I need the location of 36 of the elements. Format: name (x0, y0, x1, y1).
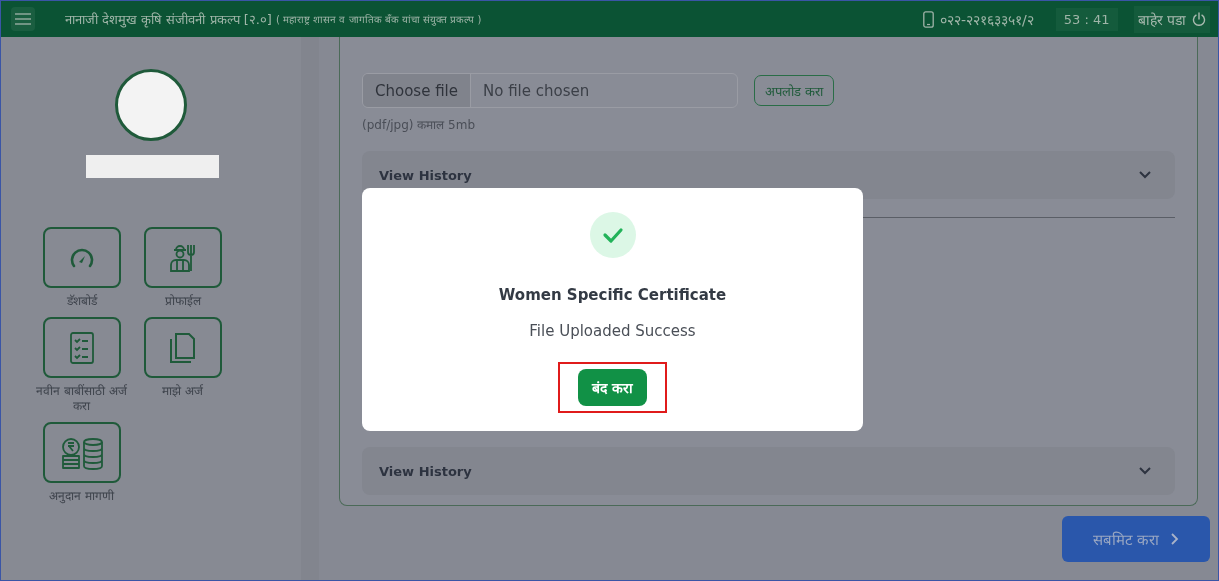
power-icon (1192, 12, 1206, 26)
menu-label: डॅशबोर्ड (65, 294, 99, 309)
menu-label: अनुदान मागणी (48, 489, 115, 504)
documents-icon (168, 330, 197, 365)
menu-label: प्रोफाईल (163, 294, 202, 309)
file-name: No file chosen (482, 80, 591, 102)
chevron-right-icon (1171, 533, 1180, 545)
file-hint: (pdf/jpg) कमाल 5mb (362, 117, 476, 133)
logout-button[interactable]: बाहेर पडा (1133, 5, 1210, 33)
close-button[interactable]: बंद करा (578, 369, 647, 406)
app-title: नानाजी देशमुख कृषि संजीवनी प्रकल्प [२.०] (65, 11, 272, 28)
menu-label: माझे अर्ज (161, 384, 204, 399)
menu-tile[interactable] (42, 422, 121, 483)
menu-tile[interactable] (42, 317, 121, 378)
session-timer: 53 : 41 (1055, 7, 1118, 31)
chevron-down-icon (1139, 467, 1151, 475)
dialog-title: Women Specific Certificate (498, 286, 727, 304)
checklist-icon (68, 330, 95, 365)
chevron-down-icon (1139, 171, 1151, 179)
dialog-message: File Uploaded Success (529, 322, 696, 340)
menu-button[interactable] (11, 7, 35, 31)
menu-tile[interactable] (143, 227, 222, 288)
menu-label: नवीन बाबींसाठी अर्ज करा (35, 384, 128, 414)
choose-file-button[interactable]: Choose file (363, 74, 471, 107)
menu-icon (15, 13, 31, 25)
upload-button[interactable]: अपलोड करा (754, 75, 835, 106)
app-subtitle: ( महाराष्ट्र शासन व जागतिक बँक यांचा संयुक्त प्रकल्प ) (275, 13, 482, 26)
success-check-icon (589, 212, 636, 258)
file-input[interactable]: Choose file No file chosen (362, 73, 738, 108)
phone-icon (923, 10, 935, 28)
gauge-icon (68, 246, 95, 269)
phone-number: ०२२-२२१६३३५१/२ (940, 10, 1034, 29)
menu-tile[interactable] (143, 317, 222, 378)
accordion-header[interactable]: View History (362, 447, 1175, 495)
menu-tile[interactable] (42, 227, 121, 288)
submit-button[interactable]: सबमिट करा (1062, 516, 1210, 562)
